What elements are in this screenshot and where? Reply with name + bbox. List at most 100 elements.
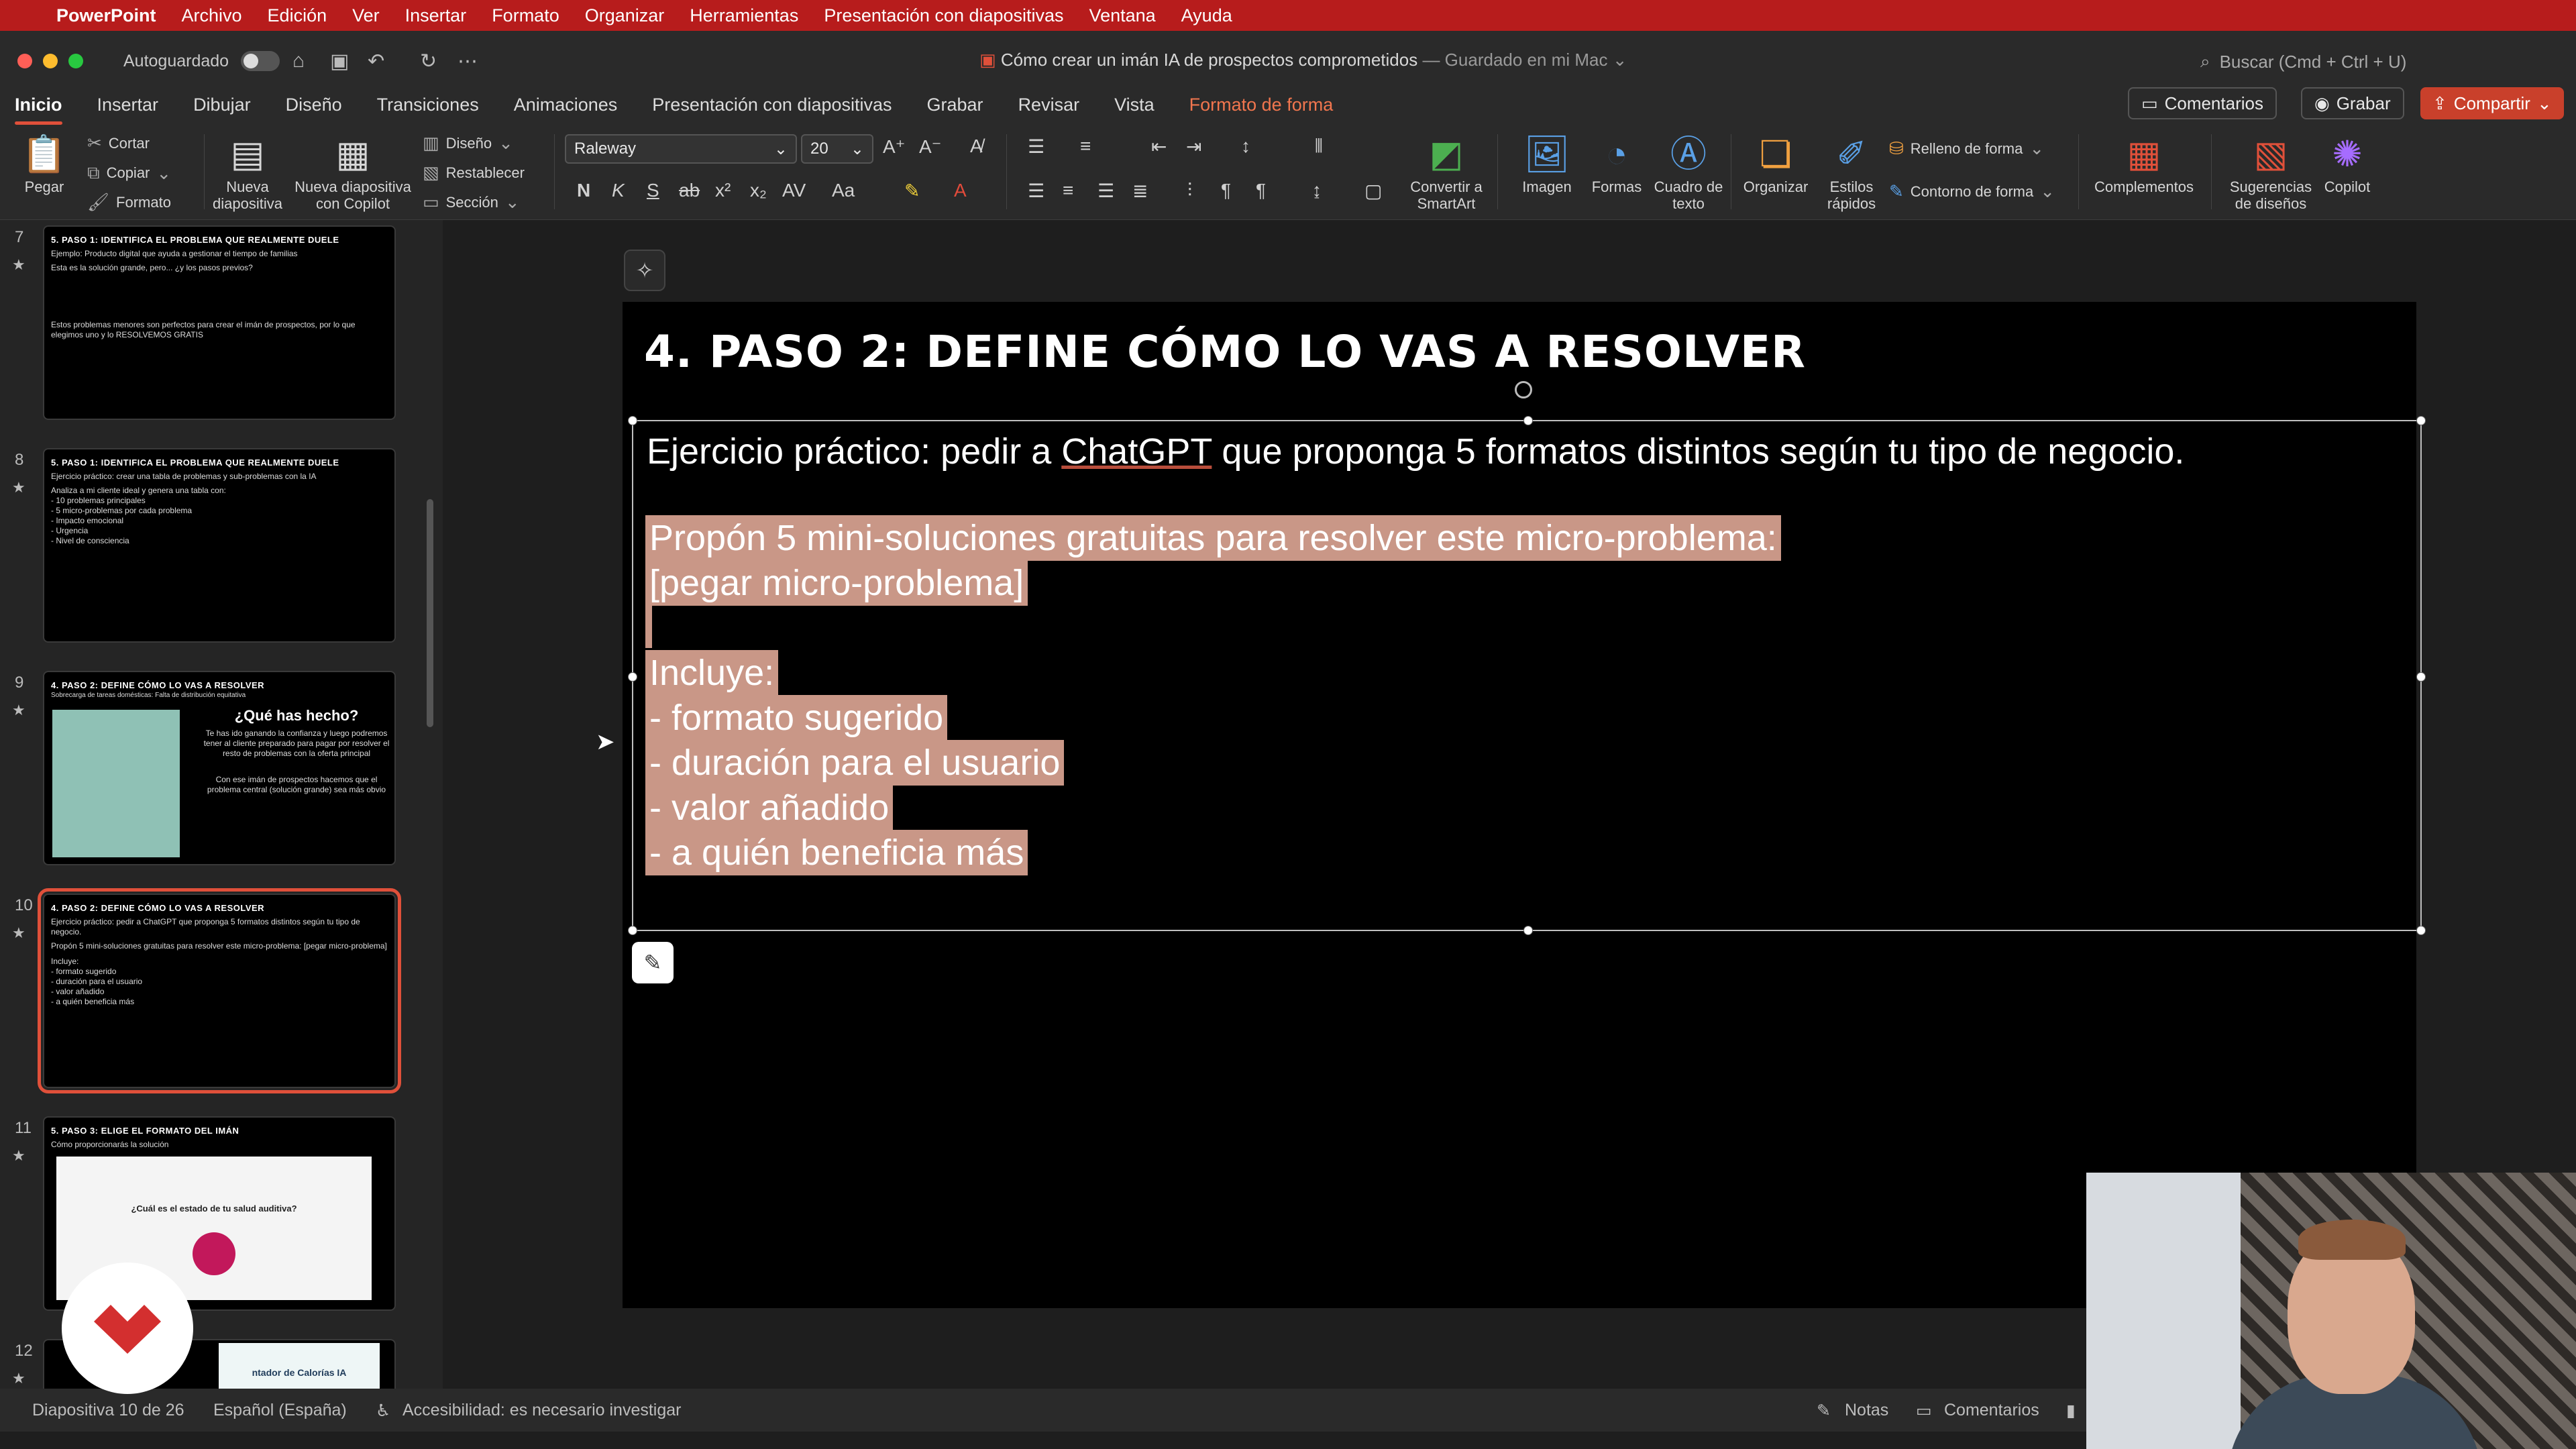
change-case-icon[interactable]: Aa xyxy=(832,180,855,201)
redo-icon[interactable]: ↻ xyxy=(420,50,437,73)
slide[interactable]: 4. PASO 2: DEFINE CÓMO LO VAS A RESOLVER… xyxy=(623,302,2426,1308)
shape-fill-button[interactable]: ⛁ Relleno de forma ⌄ xyxy=(1889,138,2044,159)
vertical-align-icon[interactable]: ↨ xyxy=(1312,180,1322,201)
new-slide-button[interactable]: ▤ Nueva diapositiva xyxy=(212,134,283,213)
save-icon[interactable]: ▣ xyxy=(330,50,349,73)
thumbnail-slide-7[interactable]: 5. PASO 1: IDENTIFICA EL PROBLEMA QUE RE… xyxy=(43,225,396,420)
prompt-line[interactable]: - duración para el usuario xyxy=(645,740,1065,786)
prompt-line[interactable]: Propón 5 mini-soluciones gratuitas para … xyxy=(645,515,1781,561)
document-title[interactable]: ▣ Cómo crear un imán IA de prospectos co… xyxy=(979,50,1627,70)
line-spacing-icon[interactable]: ↕ xyxy=(1241,136,1250,157)
tab-grabar[interactable]: Grabar xyxy=(927,89,983,121)
resize-handle[interactable] xyxy=(1523,926,1533,935)
selected-textbox[interactable]: Ejercicio práctico: pedir a ChatGPT que … xyxy=(628,416,2426,935)
resize-handle[interactable] xyxy=(628,416,637,425)
menu-app[interactable]: PowerPoint xyxy=(56,5,156,26)
prompt-blank-line[interactable] xyxy=(645,605,652,648)
menu-formato[interactable]: Formato xyxy=(492,5,559,26)
comments-button[interactable]: ▭ Comentarios xyxy=(2128,87,2277,119)
prompt-line[interactable]: - valor añadido xyxy=(645,785,894,830)
tab-revisar[interactable]: Revisar xyxy=(1018,89,1080,121)
normal-view-icon[interactable]: ▮ xyxy=(2066,1401,2076,1421)
rtl-icon[interactable]: ¶ xyxy=(1256,180,1266,201)
thumbnail-scrollbar[interactable] xyxy=(427,499,433,727)
menu-edicion[interactable]: Edición xyxy=(268,5,327,26)
menu-ayuda[interactable]: Ayuda xyxy=(1181,5,1232,26)
autosave-toggle[interactable]: Autoguardado xyxy=(123,51,280,71)
thumbnail-slide-10[interactable]: 4. PASO 2: DEFINE CÓMO LO VAS A RESOLVER… xyxy=(38,888,401,1093)
exercise-text[interactable]: Ejercicio práctico: pedir a ChatGPT que … xyxy=(647,431,2184,472)
align-left-icon[interactable]: ☰ xyxy=(1028,180,1044,202)
cut-button[interactable]: ✂ Cortar xyxy=(87,133,150,154)
copy-button[interactable]: ⧉ Copiar ⌄ xyxy=(87,162,171,184)
columns-icon[interactable]: ⫴ xyxy=(1315,136,1323,158)
thumbnail-slide-9[interactable]: 4. PASO 2: DEFINE CÓMO LO VAS A RESOLVER… xyxy=(43,671,396,865)
menu-ver[interactable]: Ver xyxy=(352,5,380,26)
superscript-icon[interactable]: x² xyxy=(715,180,731,201)
close-window-button[interactable] xyxy=(17,54,32,68)
slide-title[interactable]: 4. PASO 2: DEFINE CÓMO LO VAS A RESOLVER xyxy=(644,326,1806,378)
font-size-select[interactable]: 20 ⌄ xyxy=(801,134,873,164)
clear-format-icon[interactable]: A̸ xyxy=(970,136,983,157)
minimize-window-button[interactable] xyxy=(43,54,58,68)
tab-vista[interactable]: Vista xyxy=(1114,89,1155,121)
reset-button[interactable]: ▧ Restablecer xyxy=(423,162,525,183)
slide-thumbnail-panel[interactable]: 7 ★ 5. PASO 1: IDENTIFICA EL PROBLEMA QU… xyxy=(0,220,443,1389)
prompt-line[interactable]: [pegar micro-problema] xyxy=(645,560,1028,606)
designer-wand-icon[interactable]: ✧ xyxy=(624,250,665,291)
menu-herramientas[interactable]: Herramientas xyxy=(690,5,798,26)
tab-animaciones[interactable]: Animaciones xyxy=(514,89,618,121)
resize-handle[interactable] xyxy=(628,672,637,682)
strikethrough-button[interactable]: ab xyxy=(679,180,700,201)
tab-transiciones[interactable]: Transiciones xyxy=(377,89,479,121)
decrease-indent-icon[interactable]: ⇤ xyxy=(1151,136,1167,158)
addins-button[interactable]: ▦ Complementos xyxy=(2090,134,2198,195)
tab-insertar[interactable]: Insertar xyxy=(97,89,159,121)
prompt-line[interactable]: - formato sugerido xyxy=(645,695,948,741)
text-direction-icon[interactable]: ⫶ xyxy=(1187,180,1192,202)
home-icon[interactable]: ⌂ xyxy=(292,50,305,72)
numbering-icon[interactable]: ≡ xyxy=(1080,136,1091,157)
menu-presentacion[interactable]: Presentación con diapositivas xyxy=(824,5,1063,26)
align-text-icon[interactable]: ▢ xyxy=(1364,180,1382,202)
language-status[interactable]: Español (España) xyxy=(213,1401,347,1420)
align-right-icon[interactable]: ☰ xyxy=(1097,180,1114,202)
toggle-switch[interactable] xyxy=(241,51,280,71)
menu-archivo[interactable]: Archivo xyxy=(182,5,242,26)
resize-handle[interactable] xyxy=(2416,416,2426,425)
resize-handle[interactable] xyxy=(1523,416,1533,425)
quick-styles-button[interactable]: ✐ Estilos rápidos xyxy=(1815,134,1888,213)
underline-button[interactable]: S xyxy=(647,180,659,201)
thumbnail-slide-8[interactable]: 5. PASO 1: IDENTIFICA EL PROBLEMA QUE RE… xyxy=(43,448,396,643)
italic-button[interactable]: K xyxy=(612,180,625,201)
menu-ventana[interactable]: Ventana xyxy=(1089,5,1156,26)
highlight-icon[interactable]: ✎ xyxy=(904,180,920,202)
shape-outline-button[interactable]: ✎ Contorno de forma ⌄ xyxy=(1889,181,2055,202)
search-box[interactable]: ⌕ Buscar (Cmd + Ctrl + U) xyxy=(2200,48,2549,75)
tab-inicio[interactable]: Inicio xyxy=(15,89,62,125)
accessibility-status[interactable]: Accesibilidad: es necesario investigar xyxy=(402,1401,682,1420)
tab-presentacion[interactable]: Presentación con diapositivas xyxy=(652,89,892,121)
notes-button[interactable]: Notas xyxy=(1845,1401,1888,1420)
prompt-line[interactable]: Incluye: xyxy=(645,650,779,696)
resize-handle[interactable] xyxy=(628,926,637,935)
resize-handle[interactable] xyxy=(2416,672,2426,682)
menu-organizar[interactable]: Organizar xyxy=(585,5,665,26)
comments-status-button[interactable]: Comentarios xyxy=(1944,1401,2039,1420)
textbox-button[interactable]: Ⓐ Cuadro de texto xyxy=(1652,134,1725,213)
tab-diseno[interactable]: Diseño xyxy=(286,89,342,121)
paste-button[interactable]: 📋 Pegar xyxy=(17,134,71,195)
record-button[interactable]: ◉ Grabar xyxy=(2301,87,2404,119)
bold-button[interactable]: N xyxy=(577,180,590,201)
rotate-handle[interactable] xyxy=(1515,381,1532,398)
layout-button[interactable]: ▥ Diseño ⌄ xyxy=(423,133,513,154)
zoom-window-button[interactable] xyxy=(68,54,83,68)
font-family-select[interactable]: Raleway ⌄ xyxy=(565,134,797,164)
arrange-button[interactable]: ❏ Organizar xyxy=(1739,134,1813,195)
convert-smartart-button[interactable]: ◩ Convertir a SmartArt xyxy=(1406,134,1487,213)
undo-icon[interactable]: ↶ xyxy=(368,50,384,73)
design-ideas-button[interactable]: ▧ Sugerencias de diseños xyxy=(2222,134,2320,213)
increase-font-icon[interactable]: A⁺ xyxy=(883,136,905,158)
font-color-icon[interactable]: A xyxy=(954,180,967,201)
menu-insertar[interactable]: Insertar xyxy=(405,5,467,26)
